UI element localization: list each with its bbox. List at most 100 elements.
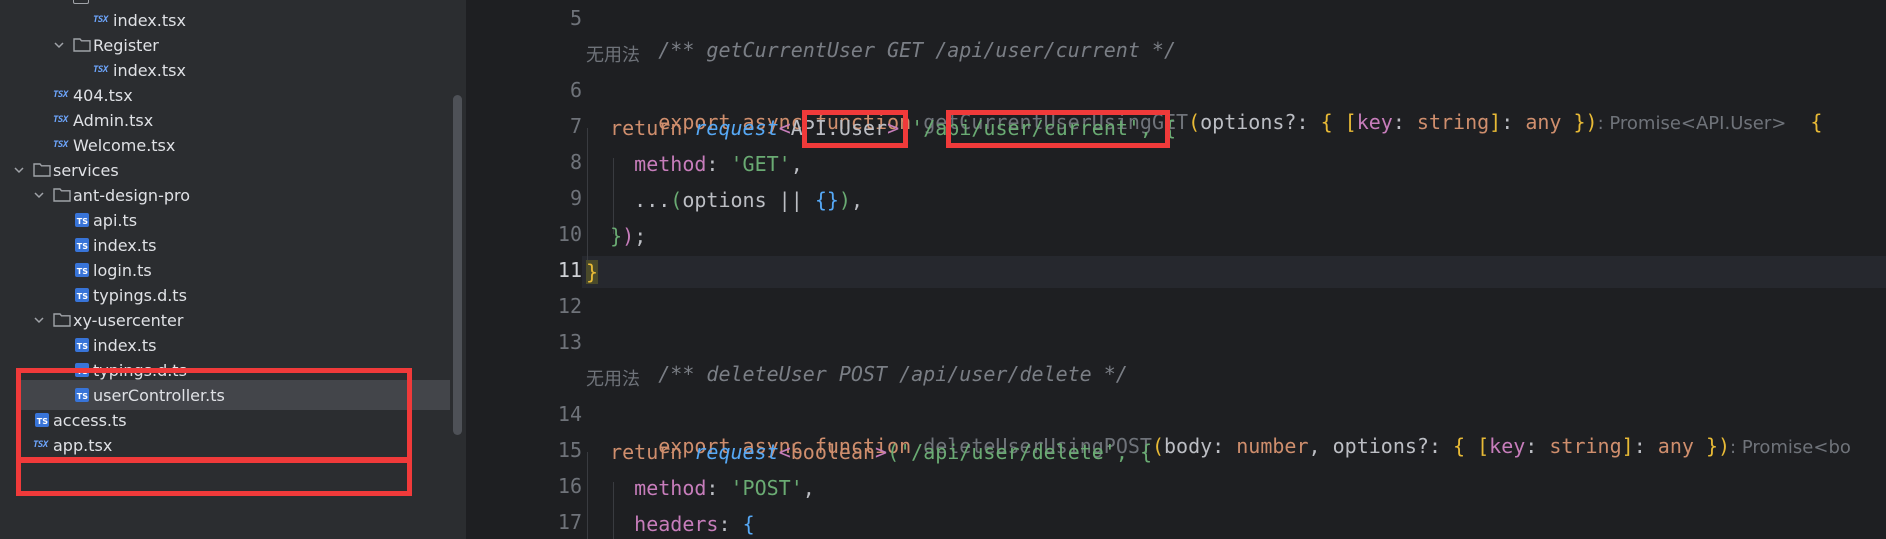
tree-item-label: ant-design-pro (73, 185, 191, 205)
highlight-box-usercontroller (16, 458, 412, 496)
tree-item-label: index.ts (93, 235, 157, 255)
type-inlay-hint: : Promise<API.User> (1597, 113, 1787, 134)
chevron-down-icon[interactable] (12, 163, 26, 177)
line-number-gutter: 5 6 7 8 9 10 11 12 13 14 15 16 17 (466, 0, 582, 539)
bracket: ] (1489, 110, 1502, 134)
folder-icon (33, 162, 53, 178)
ts-file-icon: TS (75, 213, 89, 227)
tree-item-label: xy-usercenter (73, 310, 184, 330)
code-line-5: /** getCurrentUser GET /api/user/current… (586, 5, 1176, 62)
generic-open: < (778, 440, 791, 464)
property-name: method (634, 476, 707, 500)
line-number: 15 (557, 438, 582, 462)
punctuation: , (1308, 434, 1333, 458)
string-literal: 'POST' (730, 476, 803, 500)
tree-item-label: 404.tsx (73, 85, 133, 105)
punctuation: ; (634, 224, 647, 248)
tsx-file-icon: TSX (53, 115, 68, 125)
tree-item-label: access.ts (53, 410, 127, 430)
ts-file-icon: TS (75, 238, 89, 252)
tree-item-label: index.ts (93, 335, 157, 355)
folder-icon (53, 312, 73, 328)
string-open: (' (899, 116, 924, 140)
ts-file-icon: TS (75, 288, 89, 302)
string-open: (' (887, 440, 912, 464)
code-line-13: /** deleteUser POST /api/user/delete */ (586, 329, 1128, 386)
brace: } (1561, 110, 1586, 134)
chevron-down-icon[interactable] (52, 38, 66, 52)
paren: ) (1585, 110, 1598, 134)
code-line-7: return request<API.User>('/api/user/curr… (586, 113, 1176, 143)
code-comment: /** deleteUser POST /api/user/delete */ (658, 362, 1128, 386)
code-line-11: } (586, 257, 599, 287)
type-name: string (1416, 110, 1490, 134)
chevron-down-icon[interactable] (32, 313, 46, 327)
parameter: options?: (1200, 110, 1321, 134)
code-line-15: return request<boolean>('/api/user/delet… (586, 437, 1152, 467)
brace: } (610, 224, 623, 248)
folder-icon (53, 187, 73, 203)
brace: } (1693, 434, 1718, 458)
tree-item-label: login.ts (93, 260, 152, 280)
tsx-file-icon: TSX (53, 90, 68, 100)
parameter: body: (1164, 434, 1237, 458)
tsx-file-icon: TSX (33, 440, 48, 450)
code-line-6: export async function getCurrentUserUsin… (586, 77, 1822, 134)
ts-file-icon: TS (75, 388, 89, 402)
generic-open: < (778, 116, 791, 140)
line-number: 5 (569, 6, 582, 30)
brace: { (1320, 110, 1345, 134)
punctuation: : (1525, 434, 1550, 458)
function-call: request (694, 440, 779, 464)
generic-close: > (875, 440, 888, 464)
brace: { (1810, 110, 1823, 134)
line-number: 8 (569, 150, 582, 174)
tree-item-label: api.ts (93, 210, 138, 230)
project-tree: TSX index.tsx Register TSX index.tsx TSX… (0, 0, 466, 539)
generic-type: API.User (790, 116, 888, 140)
tree-item-label: userController.ts (93, 385, 225, 405)
string-literal: /api/user/current (923, 116, 1128, 140)
code-comment: /** getCurrentUser GET /api/user/current… (658, 38, 1177, 62)
punctuation: : (1633, 434, 1658, 458)
tree-item-label: typings.d.ts (93, 285, 187, 305)
folder-icon (73, 0, 89, 4)
object-literal: {} (814, 188, 839, 212)
line-number: 7 (569, 114, 582, 138)
line-number: 6 (569, 78, 582, 102)
tree-scrollbar-thumb[interactable] (453, 95, 462, 435)
ts-file-icon: TS (35, 413, 49, 427)
tree-item-label: Admin.tsx (73, 110, 154, 130)
chevron-down-icon[interactable] (32, 188, 46, 202)
bracket: [ (1477, 434, 1490, 458)
line-number: 13 (557, 330, 582, 354)
tsx-file-icon: TSX (93, 65, 108, 75)
parameter: options?: (1332, 434, 1454, 458)
line-number-current: 11 (557, 258, 582, 282)
type-name: any (1525, 110, 1562, 134)
type-name: any (1657, 434, 1694, 458)
generic-close: > (887, 116, 900, 140)
keyword: return (610, 440, 683, 464)
property-name: headers (634, 512, 719, 536)
punctuation: : (1392, 110, 1417, 134)
code-editor[interactable]: 5 6 7 8 9 10 11 12 13 14 15 16 17 /** ge… (466, 0, 1886, 539)
line-number: 16 (557, 474, 582, 498)
usage-hint[interactable]: 无用法 (586, 365, 640, 395)
punctuation: , (850, 188, 863, 212)
code-line-8: method: 'GET', (586, 149, 803, 179)
tree-item-label: Welcome.tsx (73, 135, 176, 155)
tree-item-label: index.tsx (113, 10, 186, 30)
type-name: number (1236, 434, 1309, 458)
string-literal: 'GET' (730, 152, 791, 176)
tree-item-app-tsx[interactable]: TSX app.tsx (0, 430, 450, 460)
function-call: request (694, 116, 779, 140)
string-literal: /api/user/delete (911, 440, 1104, 464)
punctuation: : (706, 476, 731, 500)
string-close: ', (1127, 116, 1165, 140)
punctuation: : (706, 152, 731, 176)
line-number: 14 (557, 402, 582, 426)
tree-item-label: services (53, 160, 119, 180)
tree-item-label: index.tsx (113, 60, 186, 80)
usage-hint[interactable]: 无用法 (586, 41, 640, 71)
